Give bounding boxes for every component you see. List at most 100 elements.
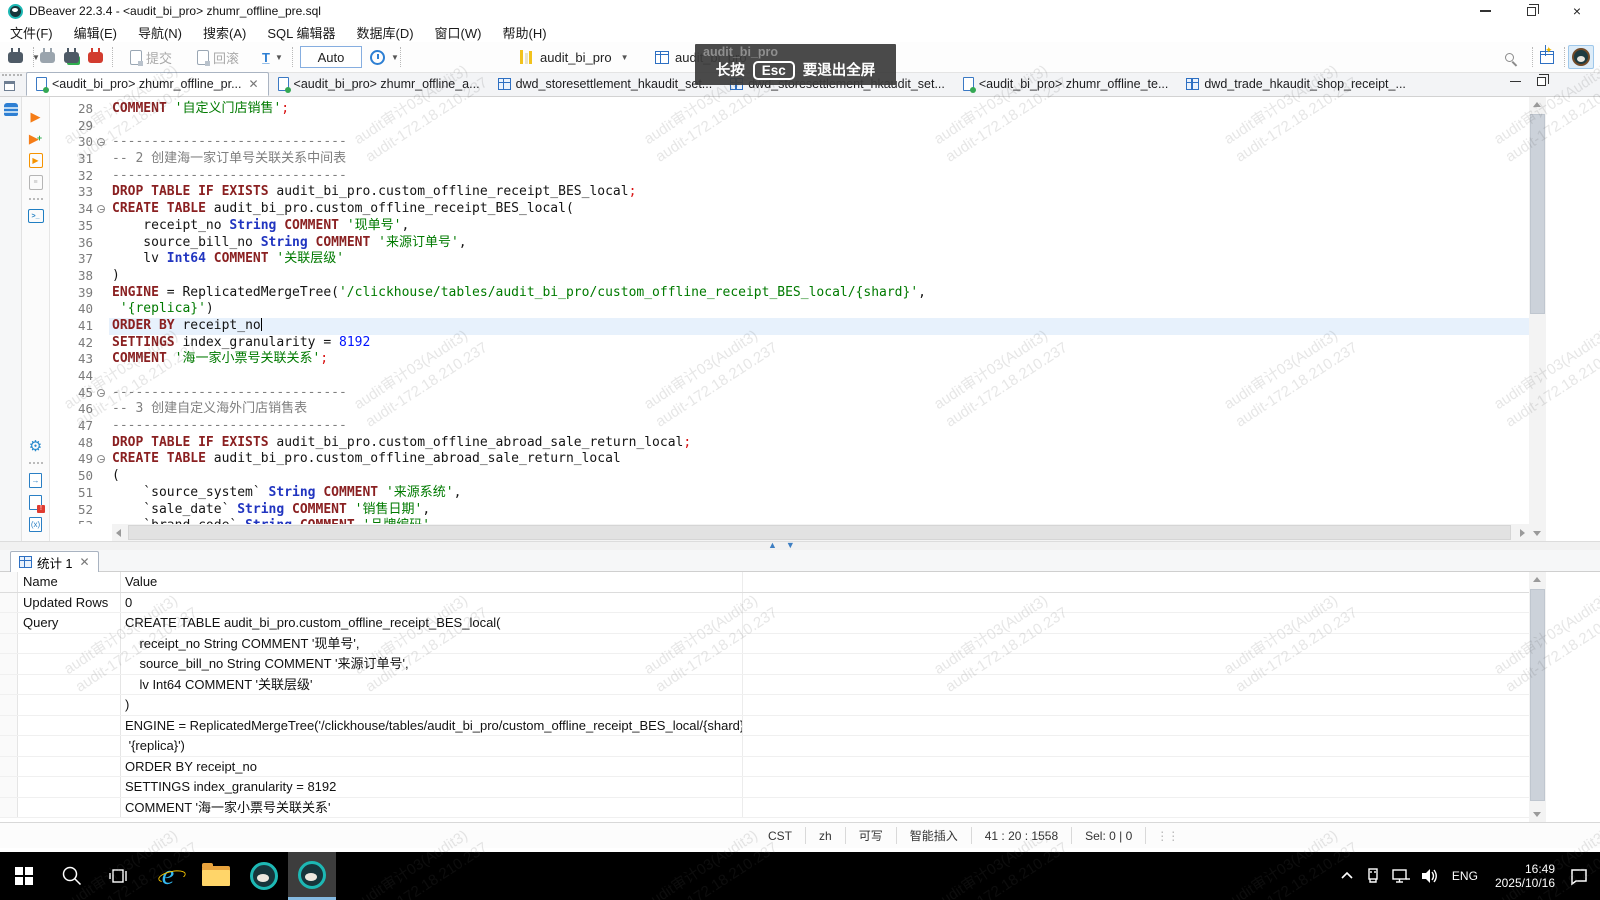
table-row-9[interactable]: SETTINGS index_granularity = 8192 (0, 777, 1529, 798)
cell-name[interactable] (18, 654, 121, 674)
code-line-text[interactable]: ) (109, 268, 1529, 285)
table-row-5[interactable]: ) (0, 695, 1529, 716)
database-selector[interactable]: audit_bi_pro (540, 50, 612, 65)
code-line-text[interactable]: ------------------------------ (109, 385, 1529, 402)
fold-collapse-icon[interactable] (97, 455, 105, 463)
execute-in-new-tab-button[interactable]: ▶+ (22, 127, 49, 149)
results-vertical-scrollbar[interactable] (1529, 572, 1546, 822)
dbeaver-taskbar-button-active[interactable] (288, 852, 336, 900)
minimize-button[interactable] (1462, 0, 1508, 22)
file-explorer-button[interactable] (192, 852, 240, 900)
code-line-text[interactable]: `sale_date` String COMMENT '销售日期', (109, 502, 1529, 519)
volume-icon[interactable] (1419, 866, 1441, 886)
code-line-text[interactable]: ------------------------------ (109, 418, 1529, 435)
cell-value[interactable]: SETTINGS index_granularity = 8192 (121, 777, 743, 797)
new-connection-icon[interactable] (8, 52, 23, 63)
editor-settings-button[interactable]: ⚙ (29, 435, 43, 457)
code-line-text[interactable]: CREATE TABLE audit_bi_pro.custom_offline… (109, 451, 1529, 468)
code-line-text[interactable] (109, 368, 1529, 385)
menu-item-6[interactable]: 窗口(W) (435, 23, 482, 42)
splitter-up-icon[interactable]: ▲ (768, 541, 777, 550)
cell-value[interactable]: 0 (121, 593, 743, 613)
code-line-text[interactable]: ( (109, 468, 1529, 485)
menu-item-3[interactable]: 搜索(A) (203, 23, 246, 42)
cell-name[interactable] (18, 716, 121, 736)
cell-value[interactable]: lv Int64 COMMENT '关联层级' (121, 675, 743, 695)
table-row-3[interactable]: source_bill_no String COMMENT '来源订单号', (0, 654, 1529, 675)
code-line-text[interactable]: DROP TABLE IF EXISTS audit_bi_pro.custom… (109, 184, 1529, 201)
code-line-text[interactable]: -- 3 创建自定义海外门店销售表 (109, 401, 1529, 418)
statistics-tab-close-icon[interactable]: ✕ (79, 555, 89, 569)
code-line-text[interactable]: SETTINGS index_granularity = 8192 (109, 335, 1529, 352)
reconnect-icon[interactable] (64, 52, 79, 63)
menu-item-7[interactable]: 帮助(H) (502, 23, 546, 42)
table-row-0[interactable]: Updated Rows0 (0, 593, 1529, 614)
transaction-log-icon[interactable] (370, 50, 385, 65)
variables-button[interactable]: (x) (29, 513, 43, 535)
tab-close-icon[interactable]: ✕ (248, 77, 258, 91)
menu-item-1[interactable]: 编辑(E) (74, 23, 117, 42)
start-button[interactable] (0, 852, 48, 900)
code-line-text[interactable]: -- 2 创建海一家订单号关联关系中间表 (109, 151, 1529, 168)
usb-icon[interactable] (1363, 866, 1383, 886)
execute-statement-button[interactable]: ▶ (22, 105, 49, 127)
cell-value[interactable]: receipt_no String COMMENT '现单号', (121, 634, 743, 654)
panel-splitter[interactable]: ▲ ▼ (0, 541, 1600, 550)
code-editor[interactable]: 28COMMENT '自定义门店销售';2930----------------… (50, 97, 1529, 524)
results-scroll-thumb[interactable] (1530, 589, 1545, 801)
code-line-text[interactable]: `source_system` String COMMENT '来源系统', (109, 485, 1529, 502)
new-view-icon[interactable] (1540, 51, 1554, 64)
cell-name[interactable] (18, 634, 121, 654)
tray-chevron-up-icon[interactable] (1338, 867, 1356, 885)
network-icon[interactable] (1390, 866, 1412, 886)
cell-name[interactable]: Updated Rows (18, 593, 121, 613)
restore-panel-icon[interactable] (4, 81, 15, 91)
fold-collapse-icon[interactable] (97, 138, 105, 146)
explain-plan-button[interactable]: ≡ (22, 171, 49, 193)
script-errors-button[interactable] (29, 491, 43, 513)
search-icon[interactable] (1505, 53, 1514, 62)
statistics-tab[interactable]: 统计 1 ✕ (10, 551, 99, 572)
action-center-icon[interactable] (1568, 866, 1590, 886)
table-row-2[interactable]: receipt_no String COMMENT '现单号', (0, 634, 1529, 655)
database-dropdown-icon[interactable]: ▼ (621, 53, 629, 62)
vscroll-thumb[interactable] (1530, 114, 1545, 314)
menu-item-5[interactable]: 数据库(D) (357, 23, 414, 42)
editor-vertical-scrollbar[interactable] (1529, 97, 1546, 541)
cell-value[interactable]: ORDER BY receipt_no (121, 757, 743, 777)
fold-collapse-icon[interactable] (97, 205, 105, 213)
cell-value[interactable]: CREATE TABLE audit_bi_pro.custom_offline… (121, 613, 743, 633)
menu-item-0[interactable]: 文件(F) (10, 23, 53, 42)
rollback-button[interactable]: 回滚 (213, 48, 239, 67)
code-line-text[interactable]: DROP TABLE IF EXISTS audit_bi_pro.custom… (109, 435, 1529, 452)
grid-header-name[interactable]: Name (18, 572, 121, 592)
taskbar-search-button[interactable] (48, 852, 96, 900)
open-sql-console-button[interactable]: >_ (22, 205, 49, 227)
code-line-text[interactable]: lv Int64 COMMENT '关联层级' (109, 251, 1529, 268)
code-line-text[interactable]: ------------------------------ (109, 168, 1529, 185)
dbeaver-taskbar-button[interactable] (240, 852, 288, 900)
transaction-log-dropdown-icon[interactable]: ▼ (391, 53, 399, 62)
menu-item-2[interactable]: 导航(N) (138, 23, 182, 42)
code-line-text[interactable]: '{replica}') (109, 301, 1529, 318)
disconnect-icon[interactable] (88, 52, 103, 63)
cell-name[interactable] (18, 736, 121, 756)
transaction-mode-icon[interactable]: T̲ (262, 50, 270, 65)
export-data-button[interactable]: → (29, 469, 43, 491)
cell-value[interactable]: ) (121, 695, 743, 715)
language-indicator[interactable]: ENG (1448, 869, 1482, 883)
execute-script-button[interactable]: ▶ (22, 149, 49, 171)
code-line-text[interactable]: receipt_no String COMMENT '现单号', (109, 218, 1529, 235)
editor-tab-4[interactable]: <audit_bi_pro> zhumr_offline_te... (954, 72, 1177, 96)
splitter-down-icon[interactable]: ▼ (786, 541, 795, 550)
code-line-text[interactable]: COMMENT '海一家小票号关联关系'; (109, 351, 1529, 368)
close-button[interactable]: × (1554, 0, 1600, 22)
cell-value[interactable]: ENGINE = ReplicatedMergeTree('/clickhous… (121, 716, 743, 736)
editor-tab-5[interactable]: dwd_trade_hkaudit_shop_receipt_... (1177, 72, 1415, 96)
editor-tab-0[interactable]: <audit_bi_pro> zhumr_offline_pr...✕ (26, 72, 269, 96)
database-navigator-icon[interactable] (4, 103, 18, 116)
autocommit-combo[interactable]: Auto (300, 46, 362, 68)
table-row-1[interactable]: QueryCREATE TABLE audit_bi_pro.custom_of… (0, 613, 1529, 634)
code-line-text[interactable]: ENGINE = ReplicatedMergeTree('/clickhous… (109, 285, 1529, 302)
editor-horizontal-scrollbar[interactable] (112, 524, 1529, 541)
